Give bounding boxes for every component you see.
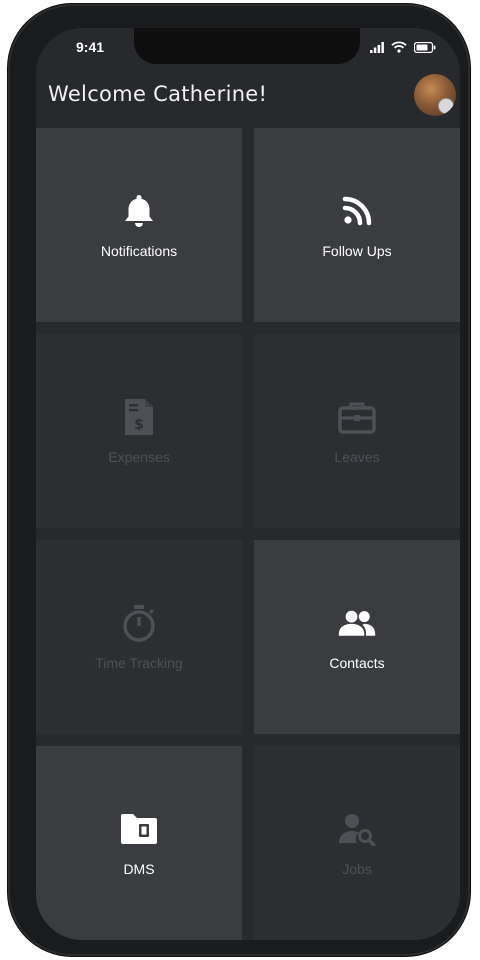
- tile-leaves[interactable]: Leaves: [254, 334, 460, 528]
- tile-notifications[interactable]: Notifications: [36, 128, 242, 322]
- user-search-icon: [337, 809, 377, 849]
- tile-label: Leaves: [334, 449, 380, 465]
- tile-expenses[interactable]: $ Expenses: [36, 334, 242, 528]
- tile-dms[interactable]: DMS: [36, 746, 242, 940]
- menu-badge-icon: [438, 98, 454, 114]
- signal-icon: [370, 40, 384, 58]
- bell-icon: [119, 191, 159, 231]
- stopwatch-icon: [119, 603, 159, 643]
- avatar[interactable]: [414, 74, 456, 116]
- status-icons: [370, 40, 436, 58]
- notch: [134, 28, 360, 64]
- briefcase-icon: [337, 397, 377, 437]
- status-time: 9:41: [76, 39, 105, 55]
- tile-label: DMS: [123, 861, 155, 877]
- tile-label: Jobs: [342, 861, 372, 877]
- battery-icon: [413, 40, 436, 58]
- tile-label: Contacts: [329, 655, 385, 671]
- app-header: Welcome Catherine!: [36, 74, 460, 126]
- tile-label: Expenses: [108, 449, 170, 465]
- invoice-icon: $: [119, 397, 159, 437]
- tile-follow-ups[interactable]: Follow Ups: [254, 128, 460, 322]
- folder-icon: [119, 809, 159, 849]
- users-icon: [337, 603, 377, 643]
- app-screen: 9:41 Welcome Catherine! Notifications Fo…: [36, 28, 460, 940]
- tile-label: Follow Ups: [322, 243, 392, 259]
- wifi-icon: [391, 40, 407, 58]
- svg-text:$: $: [134, 417, 144, 433]
- tile-time-tracking[interactable]: Time Tracking: [36, 540, 242, 734]
- tile-label: Notifications: [100, 243, 178, 259]
- tile-contacts[interactable]: Contacts: [254, 540, 460, 734]
- tile-jobs[interactable]: Jobs: [254, 746, 460, 940]
- phone-frame: 9:41 Welcome Catherine! Notifications Fo…: [8, 4, 470, 956]
- tile-label: Time Tracking: [95, 655, 183, 671]
- rss-icon: [337, 191, 377, 231]
- welcome-title: Welcome Catherine!: [48, 82, 268, 106]
